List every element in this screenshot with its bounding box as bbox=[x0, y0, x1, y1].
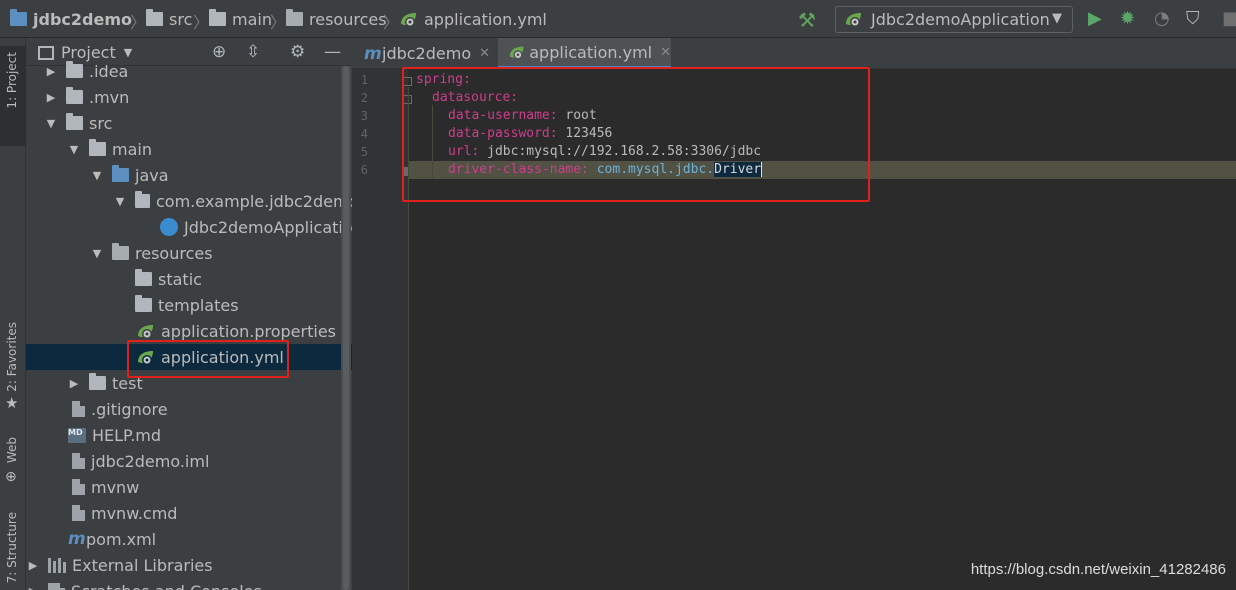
collapse-arrow-icon[interactable]: ▼ bbox=[44, 117, 58, 130]
project-scrollbar[interactable] bbox=[341, 66, 351, 590]
expand-arrow-icon[interactable]: ▶ bbox=[44, 65, 58, 78]
stripe-tab-favorites[interactable]: 2: Favorites ★ bbox=[0, 318, 26, 418]
run-icon[interactable]: ▶ bbox=[1088, 8, 1102, 29]
run-with-coverage-icon[interactable]: ◔ bbox=[1154, 8, 1170, 29]
stop-icon[interactable]: ■ bbox=[1222, 8, 1236, 29]
tree-item-src[interactable]: ▼ src bbox=[26, 110, 352, 136]
resources-folder-icon bbox=[112, 243, 129, 260]
highlight-box-tree bbox=[127, 340, 289, 378]
folder-icon bbox=[135, 295, 152, 312]
text-file-icon bbox=[72, 401, 85, 417]
scratches-icon bbox=[48, 583, 65, 590]
expand-arrow-icon[interactable]: ▶ bbox=[67, 377, 81, 390]
tree-item-application-class[interactable]: Jdbc2demoApplication bbox=[26, 214, 352, 240]
highlight-box-code bbox=[402, 67, 870, 202]
expand-arrow-icon[interactable]: ▶ bbox=[26, 559, 40, 572]
navigation-bar: jdbc2demo 〉 src 〉 main 〉 resources 〉 app… bbox=[0, 0, 1236, 38]
tree-item-mvnw[interactable]: mvnw bbox=[26, 474, 352, 500]
tab-jdbc2demo[interactable]: m jdbc2demo ✕ bbox=[352, 38, 498, 69]
folder-icon bbox=[66, 61, 83, 78]
chevron-down-icon: ▼ bbox=[1052, 11, 1062, 26]
breadcrumb-src[interactable]: src bbox=[146, 9, 192, 29]
tab-application-yml[interactable]: application.yml ✕ bbox=[498, 38, 671, 69]
breadcrumb-project[interactable]: jdbc2demo bbox=[10, 9, 132, 29]
spring-boot-icon bbox=[846, 13, 861, 27]
folder-icon bbox=[66, 87, 83, 104]
tree-item-java[interactable]: ▼ java bbox=[26, 162, 352, 188]
globe-icon: ⊕ bbox=[5, 469, 17, 485]
tree-item-pom-xml[interactable]: m pom.xml bbox=[26, 526, 352, 552]
stripe-tab-web[interactable]: Web ⊕ bbox=[0, 433, 26, 493]
editor-gutter: 1 2 3 4 5 6 bbox=[352, 69, 412, 590]
breadcrumb-file[interactable]: application.yml bbox=[399, 9, 547, 29]
folder-icon bbox=[209, 9, 226, 26]
breadcrumb-separator: 〉 bbox=[193, 13, 210, 32]
collapse-arrow-icon[interactable]: ▼ bbox=[67, 143, 81, 156]
tree-item-idea[interactable]: ▶ .idea bbox=[26, 58, 352, 84]
text-file-icon bbox=[72, 505, 85, 521]
tree-item-templates[interactable]: templates bbox=[26, 292, 352, 318]
collapse-arrow-icon[interactable]: ▼ bbox=[113, 195, 127, 208]
breadcrumb-main[interactable]: main bbox=[209, 9, 272, 29]
project-folder-icon bbox=[10, 9, 27, 26]
text-file-icon bbox=[72, 479, 85, 495]
profiler-shield-icon[interactable]: ⛉ bbox=[1186, 8, 1200, 29]
spring-config-icon bbox=[138, 324, 153, 339]
tree-item-package[interactable]: ▼ com.example.jdbc2demo bbox=[26, 188, 352, 214]
project-tool-window: Project ▼ ⊕ ⇳ ⚙ — ▶ .idea ▶ .mvn ▼ src ▼… bbox=[26, 38, 352, 590]
folder-icon bbox=[89, 139, 106, 156]
spring-config-icon bbox=[401, 12, 416, 27]
build-hammer-icon[interactable]: ⚒ bbox=[798, 8, 816, 32]
expand-arrow-icon[interactable]: ▶ bbox=[26, 585, 40, 590]
tree-item-main[interactable]: ▼ main bbox=[26, 136, 352, 162]
libraries-icon bbox=[48, 557, 66, 573]
tree-item-external-libraries[interactable]: ▶ External Libraries bbox=[26, 552, 352, 578]
tree-item-scratches[interactable]: ▶ Scratches and Consoles bbox=[26, 578, 352, 590]
breadcrumb-resources[interactable]: resources bbox=[286, 9, 387, 29]
folder-icon bbox=[66, 113, 83, 130]
breadcrumb-separator: 〉 bbox=[270, 13, 287, 32]
close-icon[interactable]: ✕ bbox=[660, 45, 671, 60]
watermark: https://blog.csdn.net/weixin_41282486 bbox=[970, 561, 1226, 578]
tree-item-help-md[interactable]: MD HELP.md bbox=[26, 422, 352, 448]
markdown-icon: MD bbox=[68, 427, 86, 443]
star-icon: ★ bbox=[5, 394, 19, 412]
code-editor[interactable]: 1 2 3 4 5 6 spring: datasource: data-use… bbox=[352, 67, 1236, 590]
folder-icon bbox=[146, 9, 163, 26]
breadcrumb-separator: 〉 bbox=[383, 13, 400, 32]
tree-item-mvn[interactable]: ▶ .mvn bbox=[26, 84, 352, 110]
maven-icon: m bbox=[364, 43, 382, 64]
run-configuration-select[interactable]: Jdbc2demoApplication ▼ bbox=[835, 6, 1073, 33]
expand-arrow-icon[interactable]: ▶ bbox=[44, 91, 58, 104]
module-file-icon bbox=[72, 453, 85, 469]
collapse-arrow-icon[interactable]: ▼ bbox=[90, 247, 104, 260]
tool-window-stripe: 1: Project 2: Favorites ★ Web ⊕ 7: Struc… bbox=[0, 38, 26, 590]
resources-folder-icon bbox=[286, 9, 303, 26]
breadcrumb-separator: 〉 bbox=[130, 13, 147, 32]
scrollbar-thumb[interactable] bbox=[343, 66, 349, 590]
folder-icon bbox=[89, 373, 106, 390]
package-icon bbox=[135, 191, 150, 208]
tree-item-gitignore[interactable]: .gitignore bbox=[26, 396, 352, 422]
tree-item-resources[interactable]: ▼ resources bbox=[26, 240, 352, 266]
tree-item-mvnw-cmd[interactable]: mvnw.cmd bbox=[26, 500, 352, 526]
stripe-tab-structure[interactable]: 7: Structure bbox=[0, 508, 26, 590]
collapse-arrow-icon[interactable]: ▼ bbox=[90, 169, 104, 182]
maven-icon: m bbox=[68, 529, 86, 549]
debug-bug-icon[interactable]: ✹ bbox=[1120, 8, 1135, 29]
close-icon[interactable]: ✕ bbox=[479, 46, 490, 61]
source-folder-icon bbox=[112, 165, 129, 182]
tree-item-static[interactable]: static bbox=[26, 266, 352, 292]
spring-class-icon bbox=[160, 218, 178, 236]
stripe-tab-project[interactable]: 1: Project bbox=[0, 46, 26, 146]
folder-icon bbox=[135, 269, 152, 286]
spring-config-icon bbox=[509, 46, 524, 59]
editor-tab-bar: m jdbc2demo ✕ application.yml ✕ bbox=[352, 38, 1236, 69]
tree-item-iml[interactable]: jdbc2demo.iml bbox=[26, 448, 352, 474]
